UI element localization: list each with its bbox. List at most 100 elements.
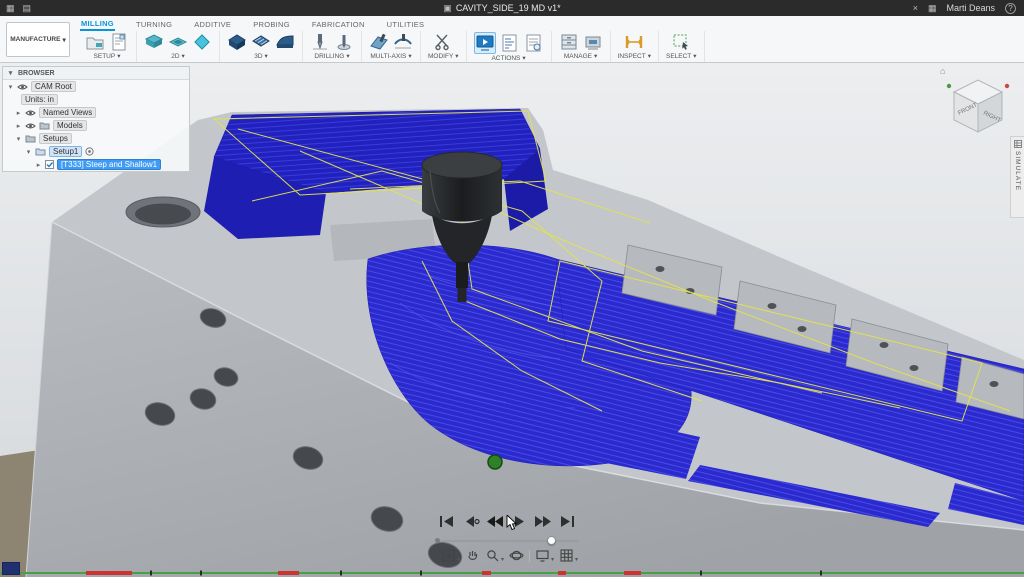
titlebar-left: ▦ ▤ [0,3,200,14]
measure-icon[interactable] [624,32,644,52]
simulation-timeline-slider[interactable] [437,540,579,542]
group-label[interactable]: MODIFY [428,53,453,60]
chevron-down-icon: ▾ [594,52,597,60]
multiaxis-contour-icon[interactable] [393,32,413,52]
chevron-down-icon: ▾ [575,556,578,563]
group-multiaxis: MULTI-AXIS▾ [362,31,421,62]
group-manage: MANAGE▾ [552,31,611,62]
fit-view-button[interactable]: ▾ [441,548,460,563]
new-setup-icon[interactable] [85,32,105,52]
tree-item-cam-root[interactable]: ▾ CAM Root [3,80,189,93]
expand-arrow-icon[interactable]: ▾ [15,135,22,143]
tab-probing[interactable]: PROBING [252,18,291,30]
browser-header[interactable]: ▾ BROWSER [3,67,189,80]
group-drilling: DRILLING▾ [303,31,362,62]
group-label[interactable]: DRILLING [314,53,344,60]
extensions-icon[interactable]: ▦ [928,3,937,14]
tab-turning[interactable]: TURNING [135,18,173,30]
tree-item-label[interactable]: Named Views [39,107,96,118]
scissors-icon[interactable] [433,32,453,52]
tree-item-units[interactable]: Units: in [3,93,189,106]
active-setup-icon[interactable] [85,147,94,156]
group-label[interactable]: SELECT [666,53,691,60]
2d-pocket-icon[interactable] [144,32,164,52]
pan-button[interactable] [465,548,480,563]
home-view-icon[interactable]: ⌂ [940,66,945,76]
viewcube[interactable]: ⌂ FRONT RIGHT [942,70,1014,136]
navbar-divider [529,550,530,562]
tree-item-label[interactable]: CAM Root [31,81,76,92]
orbit-button[interactable] [509,548,524,563]
workspace-selector[interactable]: MANUFACTURE ▾ [6,22,70,57]
help-icon[interactable]: ? [1005,3,1016,14]
expand-arrow-icon[interactable]: ▸ [35,161,42,169]
group-label[interactable]: MULTI-AXIS [370,53,406,60]
post-process-icon[interactable] [500,33,520,53]
tree-item-label[interactable]: Setups [39,133,72,144]
zoom-button[interactable]: ▾ [485,548,504,563]
expand-arrow-icon[interactable]: ▸ [15,122,22,130]
tab-fabrication[interactable]: FABRICATION [311,18,366,30]
tree-item-operation-t333[interactable]: ▸ [T333] Steep and Shallow1 [3,158,189,171]
group-label[interactable]: 2D [171,53,179,60]
setup-sheet-icon[interactable] [109,32,129,52]
window-select-icon[interactable] [671,32,691,52]
tab-milling[interactable]: MILLING [80,17,115,31]
collapse-panel-icon[interactable]: ▾ [7,69,14,77]
tree-item-models[interactable]: ▸ Models [3,119,189,132]
viewcube-cube[interactable]: FRONT RIGHT [942,70,1014,136]
drill-icon[interactable] [310,32,330,52]
group-label[interactable]: INSPECT [618,53,646,60]
operation-timeline-strip[interactable] [0,568,1024,577]
3d-adaptive-icon[interactable] [227,32,247,52]
group-label[interactable]: 3D [254,53,262,60]
app-grid-icon[interactable]: ▦ [6,3,15,14]
application-window: ▦ ▤ ▣ CAVITY_SIDE_19 MD v1* × ▦ Marti De… [0,0,1024,577]
data-panel-icon[interactable]: ▤ [23,3,32,14]
machine-library-icon[interactable] [583,32,603,52]
chevron-down-icon: ▾ [455,52,458,60]
expand-arrow-icon[interactable]: ▾ [25,148,32,156]
tree-item-named-views[interactable]: ▸ Named Views [3,106,189,119]
tree-item-label[interactable]: Setup1 [49,146,82,157]
tree-item-label[interactable]: [T333] Steep and Shallow1 [57,159,161,170]
stock-color-swatch [2,562,20,575]
expand-arrow-icon[interactable]: ▸ [15,109,22,117]
step-back-button[interactable] [460,513,481,529]
tab-additive[interactable]: ADDITIVE [193,18,232,30]
collision-point-marker[interactable] [488,455,502,469]
eye-icon[interactable] [25,122,36,130]
expand-arrow-icon[interactable]: ▾ [7,83,14,91]
simulate-button-active[interactable] [474,32,496,54]
3d-steep-shallow-icon[interactable] [275,32,295,52]
2d-face-icon[interactable] [168,32,188,52]
tree-item-label[interactable]: Units: in [21,94,58,105]
group-label[interactable]: SETUP [94,53,116,60]
group-modify: MODIFY▾ [421,31,467,62]
bore-icon[interactable] [334,32,354,52]
group-label[interactable]: ACTIONS [491,55,520,62]
user-name[interactable]: Marti Deans [946,3,995,13]
tab-utilities[interactable]: UTILITIES [386,18,426,30]
group-label[interactable]: MANAGE [564,53,592,60]
2d-contour-icon[interactable] [192,32,212,52]
go-to-end-button[interactable] [556,513,577,529]
nc-program-icon[interactable] [524,33,544,53]
fast-forward-button[interactable] [532,513,553,529]
display-settings-button[interactable]: ▾ [535,548,554,563]
play-backward-button[interactable] [484,513,505,529]
swarf-icon[interactable] [369,32,389,52]
3d-parallel-icon[interactable] [251,32,271,52]
close-icon[interactable]: × [913,3,918,13]
tool-library-icon[interactable] [559,32,579,52]
simulate-panel-tab[interactable]: SIMULATE [1010,136,1024,218]
eye-icon[interactable] [17,83,28,91]
tree-item-label[interactable]: Models [53,120,87,131]
checkbox-checked-icon[interactable] [45,160,54,169]
go-to-start-button[interactable] [436,513,457,529]
slider-handle[interactable] [547,536,556,545]
eye-icon[interactable] [25,109,36,117]
tree-item-setups[interactable]: ▾ Setups [3,132,189,145]
tree-item-setup1[interactable]: ▾ Setup1 [3,145,189,158]
grid-settings-button[interactable]: ▾ [559,548,578,563]
